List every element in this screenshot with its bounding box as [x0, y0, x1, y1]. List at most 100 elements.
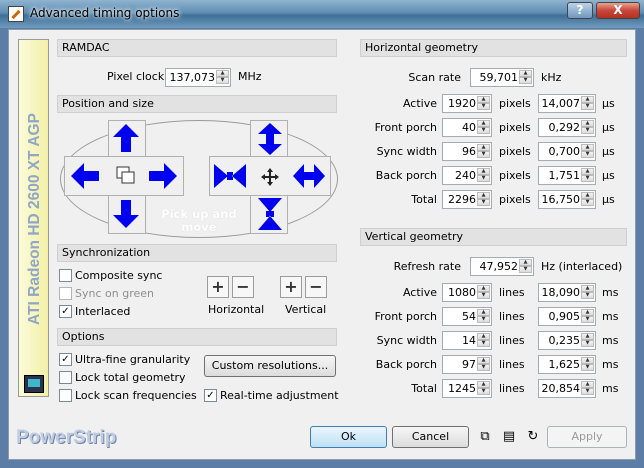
lock-scan-checkbox[interactable] [59, 389, 72, 402]
spin-down-icon[interactable]: ▼ [581, 292, 594, 299]
lock-total-checkbox[interactable] [59, 371, 72, 384]
horizontal-total-spinner[interactable]: 2296 ▲ ▼ [442, 190, 492, 209]
vertical-active-time-spinner[interactable]: 18,090 ▲ ▼ [538, 283, 596, 302]
spin-down-icon[interactable]: ▼ [477, 316, 490, 323]
vertical-total-spinner[interactable]: 1245 ▲ ▼ [442, 379, 492, 398]
horizontal-front-porch-time-spinner[interactable]: 0,292 ▲ ▼ [538, 118, 596, 137]
shrink-vertical-icon[interactable] [258, 198, 282, 230]
horizontal-back-porch-time-spinner[interactable]: 1,751 ▲ ▼ [538, 166, 596, 185]
spin-down-icon[interactable]: ▼ [477, 103, 490, 110]
horizontal-active-time-spinner[interactable]: 14,007 ▲ ▼ [538, 94, 596, 113]
spin-down-icon[interactable]: ▼ [477, 127, 490, 134]
spin-up-icon[interactable]: ▲ [581, 357, 594, 364]
refresh-icon[interactable]: ↻ [525, 429, 541, 445]
spin-down-icon[interactable]: ▼ [216, 77, 229, 84]
shrink-horizontal-icon[interactable] [214, 164, 246, 188]
spin-down-icon[interactable]: ▼ [581, 103, 594, 110]
help-button[interactable]: ? [567, 2, 593, 19]
spin-up-icon[interactable]: ▲ [216, 70, 229, 77]
spin-up-icon[interactable]: ▲ [477, 96, 490, 103]
move-all-icon[interactable] [260, 167, 280, 187]
vertical-positive-button[interactable]: + [280, 276, 302, 298]
composite-sync-label[interactable]: Composite sync [75, 269, 162, 283]
spin-down-icon[interactable]: ▼ [581, 388, 594, 395]
spin-up-icon[interactable]: ▲ [477, 144, 490, 151]
spin-down-icon[interactable]: ▼ [581, 364, 594, 371]
spin-down-icon[interactable]: ▼ [477, 199, 490, 206]
vertical-front-porch-time-spinner[interactable]: 0,905 ▲ ▼ [538, 307, 596, 326]
spin-down-icon[interactable]: ▼ [581, 151, 594, 158]
horizontal-sync-width-spinner[interactable]: 96 ▲ ▼ [442, 142, 492, 161]
spin-up-icon[interactable]: ▲ [581, 381, 594, 388]
lock-scan-label[interactable]: Lock scan frequencies [75, 389, 197, 403]
spin-up-icon[interactable]: ▲ [581, 120, 594, 127]
pixel-clock-spinner[interactable]: 137,073 ▲ ▼ [165, 68, 231, 87]
spin-up-icon[interactable]: ▲ [581, 96, 594, 103]
spin-up-icon[interactable]: ▲ [581, 144, 594, 151]
spin-down-icon[interactable]: ▼ [477, 151, 490, 158]
spin-up-icon[interactable]: ▲ [477, 120, 490, 127]
vertical-sync-width-spinner[interactable]: 14 ▲ ▼ [442, 331, 492, 350]
spin-down-icon[interactable]: ▼ [477, 340, 490, 347]
ultra-fine-checkbox[interactable]: ✓ [59, 353, 72, 366]
composite-sync-checkbox[interactable] [59, 269, 72, 282]
realtime-checkbox[interactable]: ✓ [204, 389, 217, 402]
spin-down-icon[interactable]: ▼ [477, 292, 490, 299]
lock-total-label[interactable]: Lock total geometry [75, 371, 186, 385]
spin-up-icon[interactable]: ▲ [581, 333, 594, 340]
spin-down-icon[interactable]: ▼ [477, 364, 490, 371]
expand-vertical-icon[interactable] [258, 123, 282, 155]
spin-down-icon[interactable]: ▼ [519, 77, 532, 84]
spin-up-icon[interactable]: ▲ [581, 168, 594, 175]
vertical-back-porch-spinner[interactable]: 97 ▲ ▼ [442, 355, 492, 374]
horizontal-front-porch-spinner[interactable]: 40 ▲ ▼ [442, 118, 492, 137]
move-down-arrow-icon[interactable] [113, 200, 139, 228]
paste-icon[interactable]: ▤ [501, 429, 517, 445]
apply-button[interactable]: Apply [547, 426, 627, 448]
spin-down-icon[interactable]: ▼ [581, 340, 594, 347]
spin-down-icon[interactable]: ▼ [581, 199, 594, 206]
spin-up-icon[interactable]: ▲ [477, 309, 490, 316]
horizontal-positive-button[interactable]: + [207, 276, 229, 298]
move-up-arrow-icon[interactable] [113, 124, 139, 152]
refresh-rate-spinner[interactable]: 47,952 ▲ ▼ [470, 257, 534, 276]
spin-up-icon[interactable]: ▲ [519, 259, 532, 266]
interlaced-checkbox[interactable]: ✓ [59, 305, 72, 318]
spin-down-icon[interactable]: ▼ [581, 316, 594, 323]
spin-up-icon[interactable]: ▲ [477, 285, 490, 292]
copy-icon[interactable]: ⧉ [477, 429, 493, 445]
spin-up-icon[interactable]: ▲ [581, 192, 594, 199]
vertical-front-porch-spinner[interactable]: 54 ▲ ▼ [442, 307, 492, 326]
spin-up-icon[interactable]: ▲ [477, 192, 490, 199]
vertical-back-porch-time-spinner[interactable]: 1,625 ▲ ▼ [538, 355, 596, 374]
title-bar[interactable]: Advanced timing options ? X [0, 0, 644, 28]
spin-up-icon[interactable]: ▲ [477, 168, 490, 175]
horizontal-active-spinner[interactable]: 1920 ▲ ▼ [442, 94, 492, 113]
spin-up-icon[interactable]: ▲ [519, 70, 532, 77]
spin-down-icon[interactable]: ▼ [477, 175, 490, 182]
expand-horizontal-icon[interactable] [293, 164, 325, 188]
vertical-sync-width-time-spinner[interactable]: 0,235 ▲ ▼ [538, 331, 596, 350]
horizontal-back-porch-spinner[interactable]: 240 ▲ ▼ [442, 166, 492, 185]
spin-down-icon[interactable]: ▼ [477, 388, 490, 395]
spin-up-icon[interactable]: ▲ [581, 285, 594, 292]
spin-up-icon[interactable]: ▲ [581, 309, 594, 316]
sync-on-green-label[interactable]: Sync on green [75, 287, 154, 301]
spin-down-icon[interactable]: ▼ [581, 175, 594, 182]
spin-up-icon[interactable]: ▲ [477, 333, 490, 340]
ok-button[interactable]: Ok [310, 426, 387, 448]
custom-resolutions-button[interactable]: Custom resolutions... [204, 355, 336, 377]
cancel-button[interactable]: Cancel [392, 426, 469, 448]
ultra-fine-label[interactable]: Ultra-fine granularity [75, 353, 190, 367]
close-button[interactable]: X [596, 2, 640, 19]
realtime-label[interactable]: Real-time adjustment [220, 389, 339, 403]
horizontal-negative-button[interactable]: − [232, 276, 254, 298]
spin-up-icon[interactable]: ▲ [477, 357, 490, 364]
vertical-total-time-spinner[interactable]: 20,854 ▲ ▼ [538, 379, 596, 398]
scan-rate-spinner[interactable]: 59,701 ▲ ▼ [470, 68, 534, 87]
spin-down-icon[interactable]: ▼ [581, 127, 594, 134]
sync-on-green-checkbox[interactable] [59, 287, 72, 300]
horizontal-total-time-spinner[interactable]: 16,750 ▲ ▼ [538, 190, 596, 209]
interlaced-label[interactable]: Interlaced [75, 305, 130, 319]
vertical-negative-button[interactable]: − [305, 276, 327, 298]
